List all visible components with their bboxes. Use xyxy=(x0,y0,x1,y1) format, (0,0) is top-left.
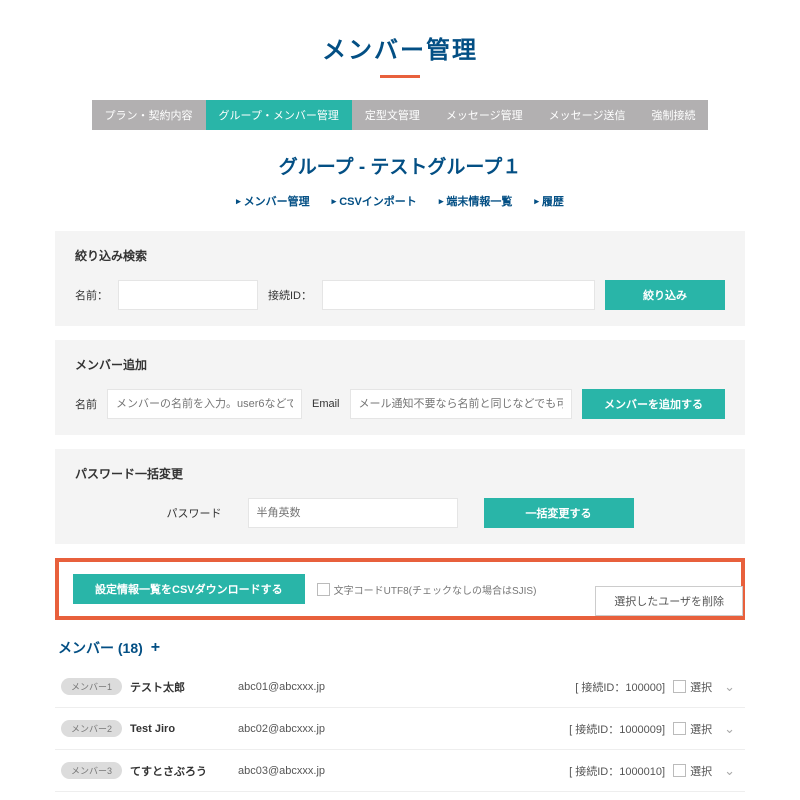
add-email-label: Email xyxy=(312,398,340,410)
tab-4[interactable]: メッセージ送信 xyxy=(536,100,639,130)
member-select-checkbox[interactable] xyxy=(673,680,686,693)
add-name-label: 名前 xyxy=(75,396,97,412)
add-name-input[interactable] xyxy=(107,389,302,419)
group-subtitle: グループ - テストグループ１ xyxy=(55,152,745,179)
member-row: メンバー4てすてすおabc04@abcxxx.jp[ 接続ID：1000011]… xyxy=(55,792,745,800)
search-name-input[interactable] xyxy=(118,280,258,310)
member-select[interactable]: 選択 xyxy=(673,721,712,737)
search-title: 絞り込み検索 xyxy=(75,247,725,264)
utf8-checkbox-label: 文字コードUTF8(チェックなしの場合はSJIS) xyxy=(334,582,537,597)
members-list: メンバー1 テスト太郎 abc01@abcxxx.jp [ 接続ID：100000] 選… xyxy=(55,666,745,800)
members-count: メンバー (18) xyxy=(58,638,143,658)
member-select-label: 選択 xyxy=(690,763,712,779)
member-row: メンバー3 てすとさぶろう abc03@abcxxx.jp [ 接続ID：100001… xyxy=(55,750,745,792)
search-button[interactable]: 絞り込み xyxy=(605,280,725,310)
member-select[interactable]: 選択 xyxy=(673,679,712,695)
subnav-0[interactable]: メンバー管理 xyxy=(236,193,310,209)
tab-bar: プラン・契約内容グループ・メンバー管理定型文管理メッセージ管理メッセージ送信強制… xyxy=(55,100,745,130)
page-title: メンバー管理 xyxy=(55,30,745,65)
member-select[interactable]: 選択 xyxy=(673,763,712,779)
chevron-down-icon[interactable]: ⌄ xyxy=(720,679,739,695)
member-select-checkbox[interactable] xyxy=(673,722,686,735)
member-select-checkbox[interactable] xyxy=(673,764,686,777)
search-id-input[interactable] xyxy=(322,280,595,310)
subnav-2[interactable]: 端末情報一覧 xyxy=(439,193,513,209)
add-icon[interactable]: + xyxy=(151,639,160,657)
search-panel: 絞り込み検索 名前： 接続ID： 絞り込み xyxy=(55,231,745,326)
tab-1[interactable]: グループ・メンバー管理 xyxy=(206,100,352,130)
member-connect-id: [ 接続ID：1000009] xyxy=(569,721,665,737)
password-bulk-button[interactable]: 一括変更する xyxy=(484,498,634,528)
subnav-3[interactable]: 履歴 xyxy=(534,193,564,209)
member-email: abc03@abcxxx.jp xyxy=(238,765,561,777)
subnav: メンバー管理 CSVインポート 端末情報一覧 履歴 xyxy=(55,193,745,209)
utf8-checkbox[interactable] xyxy=(317,583,330,596)
member-connect-id: [ 接続ID：100000] xyxy=(575,679,665,695)
member-badge: メンバー2 xyxy=(61,720,122,737)
title-underline xyxy=(380,75,420,78)
tab-0[interactable]: プラン・契約内容 xyxy=(92,100,206,130)
member-name: テスト太郎 xyxy=(130,679,230,695)
chevron-down-icon[interactable]: ⌄ xyxy=(720,721,739,737)
password-input[interactable] xyxy=(248,498,458,528)
member-row: メンバー1 テスト太郎 abc01@abcxxx.jp [ 接続ID：100000] 選… xyxy=(55,666,745,708)
search-id-label: 接続ID： xyxy=(268,287,312,303)
chevron-down-icon[interactable]: ⌄ xyxy=(720,763,739,779)
password-label: パスワード xyxy=(167,505,222,521)
password-title: パスワード一括変更 xyxy=(75,465,725,482)
utf8-checkbox-row[interactable]: 文字コードUTF8(チェックなしの場合はSJIS) xyxy=(317,582,537,597)
search-name-label: 名前： xyxy=(75,287,108,303)
member-name: Test Jiro xyxy=(130,723,230,735)
members-heading: メンバー (18) + xyxy=(55,638,745,658)
subnav-1[interactable]: CSVインポート xyxy=(332,193,417,209)
tab-3[interactable]: メッセージ管理 xyxy=(433,100,536,130)
tab-5[interactable]: 強制接続 xyxy=(638,100,708,130)
member-select-label: 選択 xyxy=(690,721,712,737)
member-badge: メンバー1 xyxy=(61,678,122,695)
member-email: abc02@abcxxx.jp xyxy=(238,723,561,735)
member-row: メンバー2 Test Jiro abc02@abcxxx.jp [ 接続ID：1000… xyxy=(55,708,745,750)
add-member-button[interactable]: メンバーを追加する xyxy=(582,389,725,419)
member-connect-id: [ 接続ID：1000010] xyxy=(569,763,665,779)
add-member-panel: メンバー追加 名前 Email メンバーを追加する xyxy=(55,340,745,435)
password-panel: パスワード一括変更 パスワード 一括変更する xyxy=(55,449,745,544)
add-email-input[interactable] xyxy=(350,389,572,419)
member-name: てすとさぶろう xyxy=(130,763,230,779)
member-email: abc01@abcxxx.jp xyxy=(238,681,567,693)
csv-download-button[interactable]: 設定情報一覧をCSVダウンロードする xyxy=(73,574,305,604)
tab-2[interactable]: 定型文管理 xyxy=(352,100,433,130)
delete-selected-button[interactable]: 選択したユーザを削除 xyxy=(595,586,743,616)
member-badge: メンバー3 xyxy=(61,762,122,779)
add-title: メンバー追加 xyxy=(75,356,725,373)
member-select-label: 選択 xyxy=(690,679,712,695)
